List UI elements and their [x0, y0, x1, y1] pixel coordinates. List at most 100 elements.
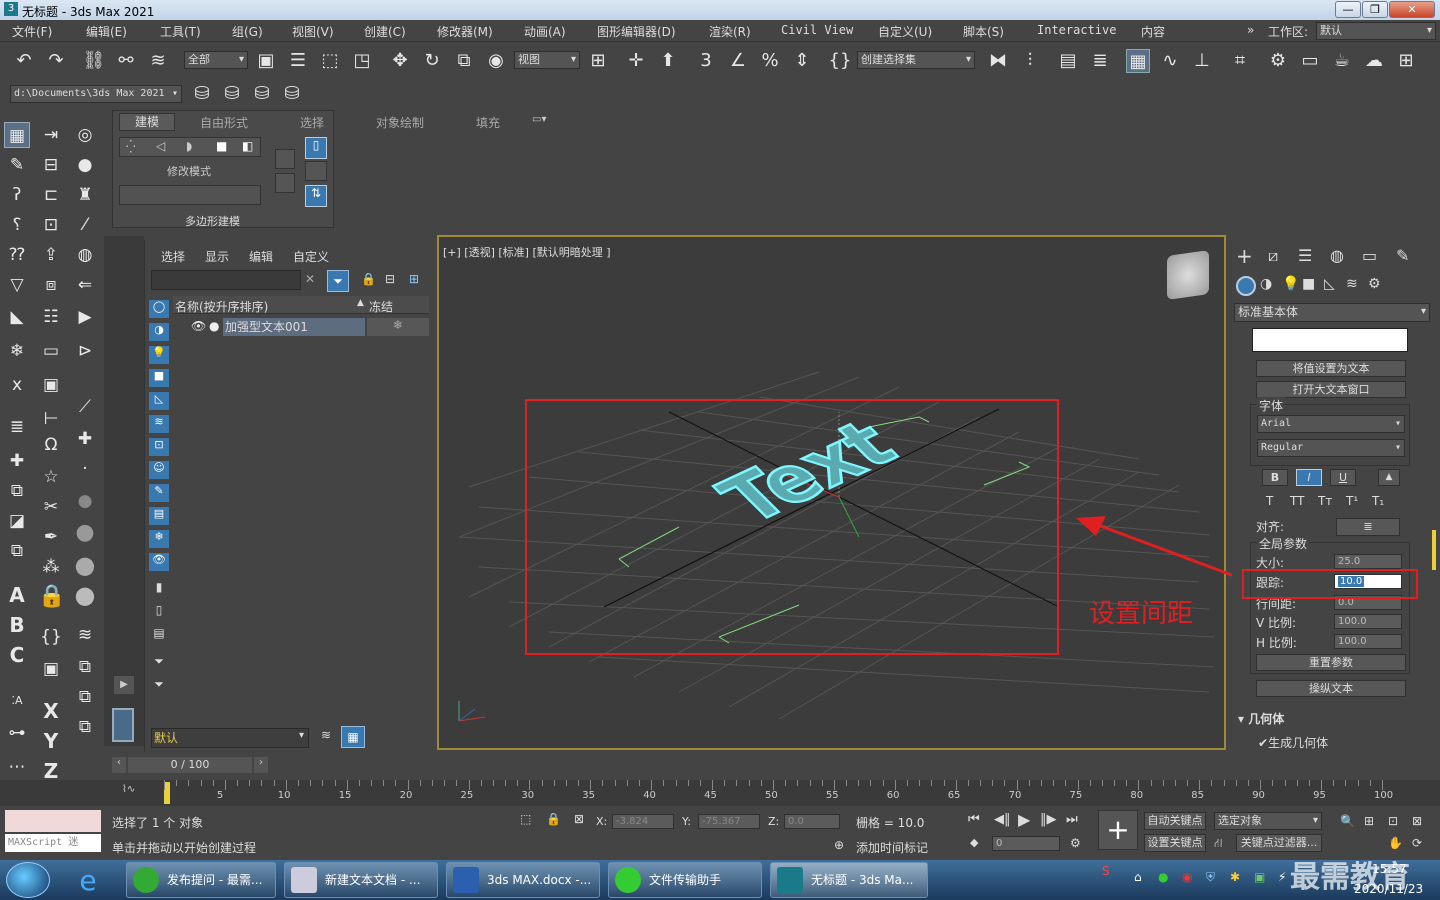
layers-stack-icon[interactable]: ⧉ [4, 478, 30, 504]
font-dropdown[interactable]: Arial [1257, 415, 1405, 433]
film-icon[interactable]: ⊳ [72, 338, 98, 364]
sort-asc-icon[interactable]: ▲ [357, 298, 364, 308]
layer-explorer-icon[interactable]: ▤ [1056, 49, 1080, 73]
network-icon[interactable]: ⁂ [38, 554, 64, 580]
reference-coord-dropdown[interactable]: 视图 [514, 51, 580, 69]
filter-off-icon[interactable]: ⏷ [149, 654, 169, 672]
tray-network-icon[interactable]: ⌂ [1134, 870, 1142, 884]
pull-icon[interactable]: ⁇ [4, 242, 30, 268]
taskbar-item-word[interactable]: 3ds MAX.docx -... [446, 862, 600, 898]
edit-poly-icon[interactable]: ⇥ [38, 122, 64, 148]
dotted-line-icon[interactable]: ⋯ [4, 754, 30, 780]
scene-explorer-icon[interactable]: ▦ [1126, 49, 1150, 73]
taskbar-item-notepad[interactable]: 新建文本文档 - ... [284, 862, 438, 898]
display-groups-icon[interactable]: ⊡ [149, 438, 169, 456]
viewport-layout-icon[interactable] [112, 708, 134, 742]
clear-search-icon[interactable]: ✕ [305, 272, 315, 286]
track-bar[interactable]: ⌇∿ 5 10 15 20 25 30 35 40 45 50 55 60 65 70 75 80 85 90 95… [0, 780, 1440, 806]
ribbon-tool-c-icon[interactable]: ▯ [305, 137, 327, 159]
element-icon[interactable]: ◧ [242, 139, 253, 153]
caps-small-button[interactable]: Tт [1318, 494, 1332, 508]
prev-frame-icon[interactable]: ‹ [112, 757, 126, 773]
display-tab-icon[interactable]: ▭ [1362, 246, 1377, 265]
panel-scrollbar[interactable] [1432, 530, 1436, 570]
pen-tool-icon[interactable]: ✎ [4, 152, 30, 178]
star-icon[interactable]: ☆ [38, 464, 64, 490]
reset-params-button[interactable]: 重置参数 [1256, 654, 1406, 671]
superscript-button[interactable]: T¹ [1346, 494, 1358, 508]
clock-time[interactable]: 15:57 [1372, 862, 1407, 876]
tab-freeform[interactable]: 自由形式 [200, 114, 248, 131]
y-coord-field[interactable]: -75.367 [698, 814, 760, 829]
ribbon-tool-e-icon[interactable]: ⇅ [305, 185, 327, 207]
play-icon[interactable]: ▶ [1018, 810, 1030, 829]
project-path-dropdown[interactable]: d:\Documents\3ds Max 2021 [10, 85, 182, 103]
prev-key-icon[interactable]: ◀‖ [994, 812, 1011, 827]
paint-icon[interactable]: ◣ [4, 304, 30, 330]
orbit-icon[interactable]: ⟳ [1412, 836, 1422, 850]
systems-category-icon[interactable]: ⚙ [1368, 276, 1381, 292]
rotate-icon[interactable]: ↻ [420, 49, 444, 73]
explorer-tab-edit[interactable]: 编辑 [249, 248, 273, 265]
menu-file[interactable]: 文件(F) [12, 23, 52, 40]
underline-button[interactable]: U [1330, 469, 1356, 486]
select-by-name-icon[interactable]: ☰ [286, 49, 310, 73]
online-render-icon[interactable]: ⊞ [1394, 49, 1418, 73]
redo-icon[interactable]: ↷ [44, 49, 68, 73]
axis-y-icon[interactable]: Y [38, 728, 64, 754]
link-icon[interactable]: ⛓ [82, 49, 106, 73]
display-shapes-icon[interactable]: ◑ [149, 323, 169, 341]
layers-light-icon[interactable]: ⧉ [72, 684, 98, 710]
display-bones-icon[interactable]: ✎ [149, 484, 169, 502]
brush-stroke-icon[interactable]: ⟋ [72, 394, 98, 420]
dotted-a-icon[interactable]: ⁚A [4, 688, 30, 714]
x-coord-field[interactable]: -3.824 [612, 814, 674, 829]
window-crossing-icon[interactable]: ◳ [350, 49, 374, 73]
menu-modifiers[interactable]: 修改器(M) [437, 23, 493, 40]
menu-views[interactable]: 视图(V) [292, 23, 334, 40]
pin-icon[interactable]: ✒ [38, 524, 64, 550]
rect-select-region-icon[interactable]: ⬚ [318, 49, 342, 73]
bind-spacewarp-icon[interactable]: ≋ [146, 49, 170, 73]
render-setup-icon[interactable]: ⚙ [1266, 49, 1290, 73]
z-coord-field[interactable]: 0.0 [784, 814, 840, 829]
collapse-up-icon[interactable]: ▲ [1378, 469, 1400, 486]
braces-icon[interactable]: {} [38, 624, 64, 650]
layer-explorer-toggle-icon[interactable]: ▦ [341, 726, 365, 748]
explorer-tab-display[interactable]: 显示 [205, 248, 229, 265]
sphere-target-icon[interactable]: ◎ [72, 122, 98, 148]
select-rect-icon[interactable]: ◪ [4, 508, 30, 534]
edge-icon[interactable]: ◁ [156, 139, 165, 153]
curve-editor-mini-icon[interactable]: ⌇∿ [122, 784, 135, 795]
utilities-tab-icon[interactable]: ✎ [1396, 246, 1409, 265]
group-poly-modeling[interactable]: 多边形建模 [185, 213, 240, 229]
current-frame-field[interactable]: 0 [992, 836, 1060, 851]
perspective-viewport[interactable]: [+] [透视] [标准] [默认明暗处理 ] Text 设置间距 [437, 235, 1226, 750]
caps-normal-button[interactable]: T [1266, 494, 1273, 508]
lock-icon[interactable]: 🔒 [38, 584, 65, 610]
brush-icon[interactable]: ʔ [4, 182, 30, 208]
font-c-icon[interactable]: C [4, 642, 30, 668]
polygon-icon[interactable]: ■ [216, 139, 227, 153]
card-icon[interactable]: ▭ [38, 338, 64, 364]
menu-group[interactable]: 组(G) [232, 23, 263, 40]
ribbon-options-icon[interactable]: ▭▾ [532, 114, 546, 125]
lights-category-icon[interactable]: 💡 [1282, 276, 1299, 292]
display-invert-icon[interactable]: ▤ [149, 626, 169, 644]
cameras-category-icon[interactable]: ■ [1302, 276, 1315, 292]
tray-wechat-icon[interactable]: ● [1158, 870, 1168, 884]
hscale-spinner[interactable]: 100.0 [1334, 634, 1402, 649]
pan-icon[interactable]: ✋ [1388, 836, 1403, 850]
viewcube-icon[interactable] [1167, 250, 1209, 300]
display-all-icon[interactable]: ▮ [149, 580, 169, 598]
tab-modeling[interactable]: 建模 [119, 113, 175, 131]
selection-filter-dropdown[interactable]: 全部 [184, 51, 248, 69]
render-dot-icon[interactable]: ● [209, 319, 219, 333]
display-helpers-icon[interactable]: ◺ [149, 392, 169, 410]
named-selection-dropdown[interactable]: 创建选择集 [857, 51, 975, 69]
snaps-toggle-icon[interactable]: 3 [694, 49, 718, 73]
angle-snap-icon[interactable]: ∠ [726, 49, 750, 73]
select-object-icon[interactable]: ▣ [254, 49, 278, 73]
keyboard-shortcut-icon[interactable]: ⬆ [656, 49, 680, 73]
auto-key-button[interactable]: 自动关键点 [1144, 812, 1206, 830]
